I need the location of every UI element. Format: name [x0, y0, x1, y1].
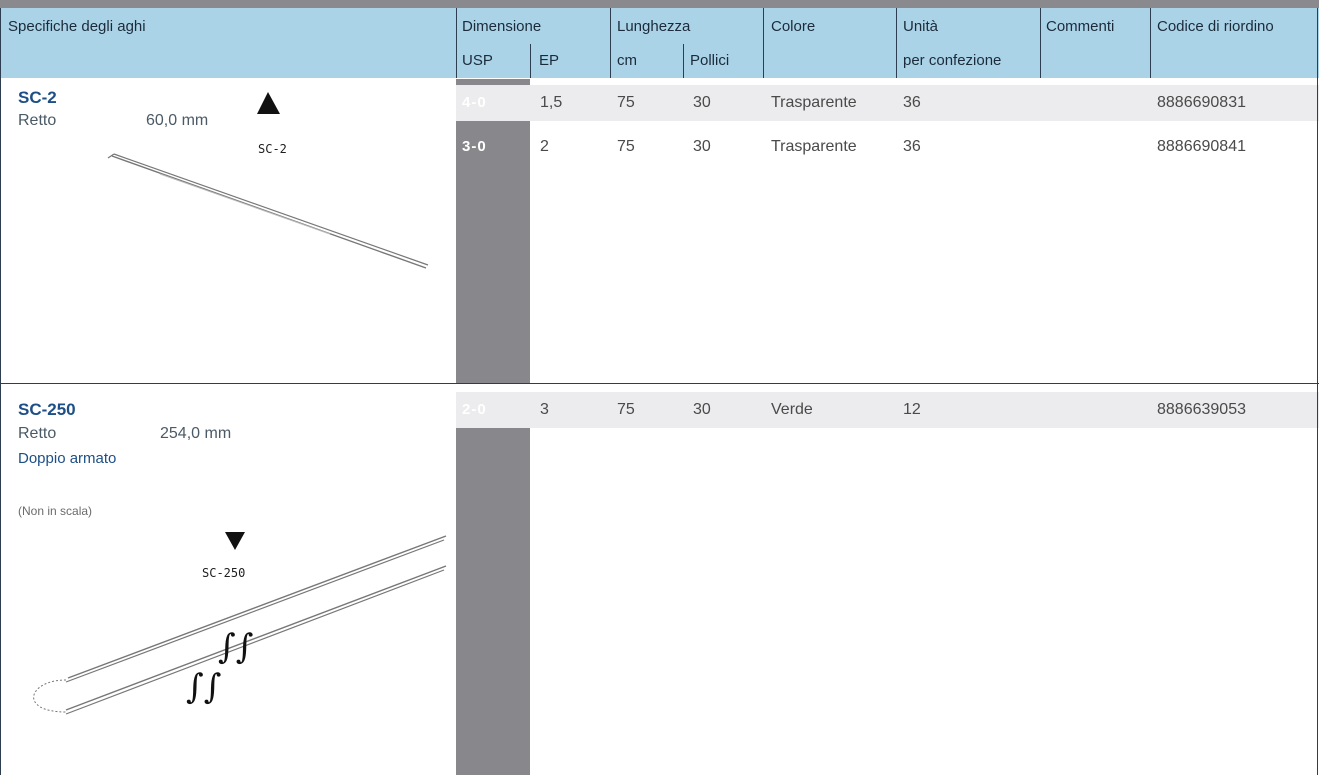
cell-inches: 30: [693, 401, 711, 418]
header-dimension: Dimensione: [462, 18, 542, 35]
cell-reorder: 8886639053: [1157, 401, 1246, 418]
header-subdivider: [530, 44, 531, 78]
product-size: 254,0 mm: [160, 425, 232, 442]
cell-usp: 2-0: [462, 401, 487, 418]
header-usp: USP: [462, 52, 493, 69]
cell-ep: 2: [540, 138, 549, 155]
cell-color: Trasparente: [771, 138, 857, 155]
cell-color: Verde: [771, 401, 813, 418]
cell-cm: 75: [617, 401, 635, 418]
svg-text:∫∫: ∫∫: [186, 667, 221, 707]
needle-sc250-illustration: ∫∫ ∫∫: [33, 532, 447, 715]
usp-column-2: [456, 396, 530, 775]
cell-cm: 75: [617, 94, 635, 111]
scale-note: (Non in scala): [18, 504, 93, 518]
cell-usp: 4-0: [462, 94, 487, 111]
top-bar: [0, 0, 1319, 8]
needle-label-sc250: SC-250: [202, 566, 246, 580]
cell-units: 36: [903, 138, 921, 155]
header-divider: [1040, 8, 1041, 78]
cell-units: 12: [903, 401, 921, 418]
cell-inches: 30: [693, 94, 711, 111]
triangle-down-icon: [225, 532, 245, 550]
cell-units: 36: [903, 94, 921, 111]
header-inches: Pollici: [690, 52, 730, 69]
section-divider: [0, 383, 1319, 384]
header-divider: [1150, 8, 1151, 78]
header-comments: Commenti: [1046, 18, 1115, 35]
triangle-icon: [257, 92, 280, 114]
cell-usp: 3-0: [462, 138, 487, 155]
cell-cm: 75: [617, 138, 635, 155]
header-reorder: Codice di riordino: [1157, 18, 1274, 35]
product-shape: Retto: [18, 112, 57, 129]
needle-sc2-illustration: [107, 92, 429, 269]
needle-label-sc2: SC-2: [258, 142, 287, 156]
header-spec: Specifiche degli aghi: [8, 18, 146, 35]
header-divider: [763, 8, 764, 78]
armed-note: Doppio armato: [18, 450, 117, 467]
cell-inches: 30: [693, 138, 711, 155]
cell-color: Trasparente: [771, 94, 857, 111]
header-length: Lunghezza: [617, 18, 691, 35]
header-per-pack: per confezione: [903, 52, 1002, 69]
product-shape: Retto: [18, 425, 57, 442]
header-divider: [456, 8, 457, 78]
header-divider: [610, 8, 611, 78]
header-cm: cm: [617, 52, 637, 69]
header-divider: [896, 8, 897, 78]
header-ep: EP: [539, 52, 560, 69]
cell-ep: 1,5: [540, 94, 563, 111]
product-code-sc250: SC-250: [18, 400, 76, 419]
usp-column-1: [456, 79, 530, 383]
cell-ep: 3: [540, 401, 549, 418]
cell-reorder: 8886690841: [1157, 138, 1246, 155]
product-code-sc2: SC-2: [18, 88, 57, 107]
svg-text:∫∫: ∫∫: [218, 627, 253, 667]
header-color: Colore: [771, 18, 816, 35]
header-subdivider: [683, 44, 684, 78]
cell-reorder: 8886690831: [1157, 94, 1246, 111]
header-unit: Unità: [903, 18, 939, 35]
